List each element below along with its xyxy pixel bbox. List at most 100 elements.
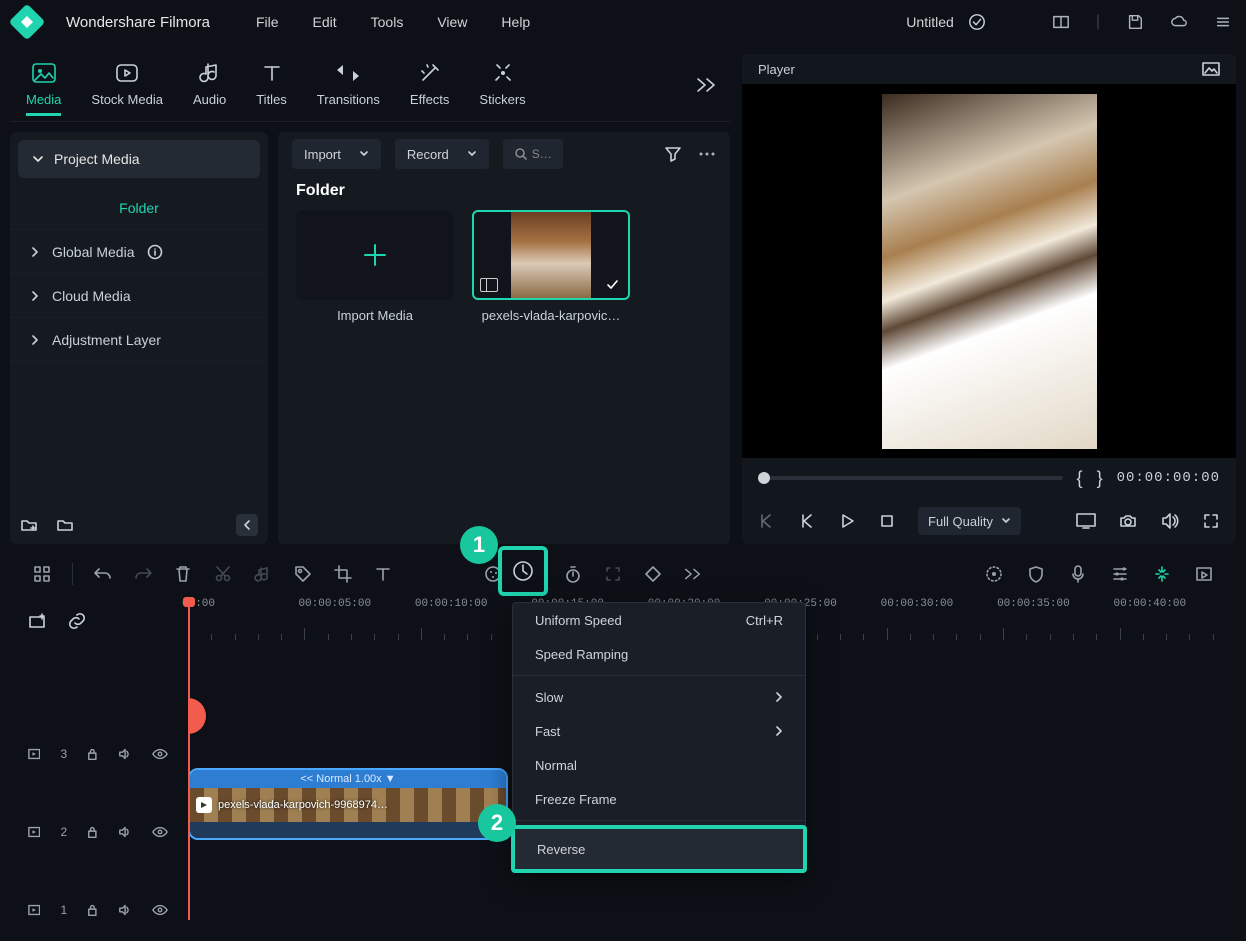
eye-icon[interactable] [152, 826, 168, 838]
grid-icon[interactable] [32, 564, 52, 584]
mute-icon[interactable] [118, 903, 132, 917]
menu-view[interactable]: View [437, 14, 467, 30]
media-clip-tile[interactable]: pexels-vlada-karpovic… [472, 210, 630, 323]
seek-track[interactable] [758, 476, 1063, 480]
seek-thumb[interactable] [758, 472, 770, 484]
focus-icon[interactable] [603, 564, 623, 584]
tab-transitions-label: Transitions [317, 92, 380, 107]
stopwatch-icon[interactable] [563, 564, 583, 584]
menu-item-speed-ramping[interactable]: Speed Ramping [513, 637, 805, 671]
brace-open[interactable]: { [1077, 468, 1083, 489]
step-back-icon[interactable] [798, 512, 816, 530]
marker-panel-icon[interactable] [1194, 564, 1214, 584]
sidebar-item-adjustment-layer[interactable]: Adjustment Layer [10, 318, 268, 362]
eye-icon[interactable] [152, 748, 168, 760]
layout-icon[interactable] [1052, 13, 1070, 31]
video-track-icon[interactable] [28, 748, 40, 760]
mixer-icon[interactable] [1110, 564, 1130, 584]
diamond-icon[interactable] [643, 564, 663, 584]
tab-effects[interactable]: Effects [410, 60, 450, 107]
tab-titles-label: Titles [256, 92, 287, 107]
media-search[interactable]: S… [503, 139, 563, 169]
filter-icon[interactable] [664, 145, 682, 163]
tab-audio[interactable]: Audio [193, 60, 226, 107]
clip-speed-header[interactable]: << Normal 1.00x ▼ [190, 770, 506, 788]
text-icon[interactable] [373, 564, 393, 584]
fx-dot-icon[interactable] [984, 564, 1004, 584]
sidebar-item-cloud-media[interactable]: Cloud Media [10, 274, 268, 318]
audio-detach-icon[interactable] [253, 564, 273, 584]
cut-icon[interactable] [213, 564, 233, 584]
brace-close[interactable]: } [1097, 468, 1103, 489]
prev-frame-icon[interactable] [758, 512, 776, 530]
menu-item-uniform-speed[interactable]: Uniform SpeedCtrl+R [513, 603, 805, 637]
speed-icon[interactable] [511, 559, 535, 583]
tab-transitions[interactable]: Transitions [317, 60, 380, 107]
tabs-overflow-icon[interactable] [694, 76, 718, 94]
more-icon[interactable] [698, 151, 716, 157]
shield-icon[interactable] [1026, 564, 1046, 584]
link-icon[interactable] [68, 612, 86, 630]
tab-stock-media[interactable]: Stock Media [91, 60, 163, 107]
collapse-sidebar-button[interactable] [236, 514, 258, 536]
clip-audio-track [190, 822, 506, 840]
lock-icon[interactable] [87, 747, 98, 761]
stop-icon[interactable] [878, 512, 896, 530]
tab-stickers[interactable]: Stickers [479, 60, 525, 107]
record-dropdown[interactable]: Record [395, 139, 489, 169]
sidebar-item-global-media[interactable]: Global Media [10, 230, 268, 274]
tab-media[interactable]: Media [26, 60, 61, 116]
cloud-icon[interactable] [1170, 13, 1188, 31]
menu-help[interactable]: Help [501, 14, 530, 30]
video-track-icon[interactable] [28, 904, 40, 916]
volume-icon[interactable] [1160, 512, 1180, 530]
menu-tools[interactable]: Tools [371, 14, 404, 30]
callout-badge-2: 2 [478, 804, 516, 842]
menu-item-reverse[interactable]: Reverse [515, 829, 803, 869]
menu-edit[interactable]: Edit [313, 14, 337, 30]
redo-icon[interactable] [133, 564, 153, 584]
tag-icon[interactable] [293, 564, 313, 584]
toolbar-overflow-icon[interactable] [683, 564, 703, 584]
delete-icon[interactable] [173, 564, 193, 584]
menu-item-fast[interactable]: Fast [513, 714, 805, 748]
mic-icon[interactable] [1068, 564, 1088, 584]
sidebar-item-folder[interactable]: Folder [10, 186, 268, 230]
display-icon[interactable] [1076, 513, 1096, 529]
mute-icon[interactable] [118, 747, 132, 761]
hamburger-icon[interactable] [1214, 13, 1232, 31]
mute-icon[interactable] [118, 825, 132, 839]
new-folder-icon[interactable] [20, 516, 38, 534]
eye-icon[interactable] [152, 904, 168, 916]
tab-titles[interactable]: Titles [256, 60, 287, 107]
keyframe-icon[interactable] [1152, 564, 1172, 584]
folder-icon[interactable] [56, 516, 74, 534]
import-media-tile[interactable]: Import Media [296, 210, 454, 323]
chevron-right-icon [30, 335, 40, 345]
add-track-icon[interactable] [28, 612, 46, 630]
import-dropdown[interactable]: Import [292, 139, 381, 169]
play-icon[interactable] [838, 512, 856, 530]
menu-item-normal[interactable]: Normal [513, 748, 805, 782]
snapshot-icon[interactable] [1202, 62, 1220, 76]
project-name[interactable]: Untitled [906, 14, 953, 30]
undo-icon[interactable] [93, 564, 113, 584]
camera-icon[interactable] [1118, 513, 1138, 529]
sidebar-header-project-media[interactable]: Project Media [18, 140, 260, 178]
clip-stub[interactable] [188, 698, 206, 734]
lock-icon[interactable] [87, 903, 98, 917]
player-preview[interactable] [742, 84, 1236, 458]
player-panel: Player { } 00:00:00:00 Full Quality [742, 54, 1236, 544]
menu-item-slow[interactable]: Slow [513, 680, 805, 714]
playhead[interactable] [188, 603, 190, 920]
quality-dropdown[interactable]: Full Quality [918, 507, 1021, 535]
preview-image [882, 94, 1097, 449]
crop-icon[interactable] [333, 564, 353, 584]
save-icon[interactable] [1126, 13, 1144, 31]
menu-file[interactable]: File [256, 14, 279, 30]
video-track-icon[interactable] [28, 826, 40, 838]
timeline-clip[interactable]: << Normal 1.00x ▼ pexels-vlada-karpovich… [188, 768, 508, 840]
lock-icon[interactable] [87, 825, 98, 839]
fullscreen-icon[interactable] [1202, 512, 1220, 530]
menu-item-freeze-frame[interactable]: Freeze Frame [513, 782, 805, 816]
